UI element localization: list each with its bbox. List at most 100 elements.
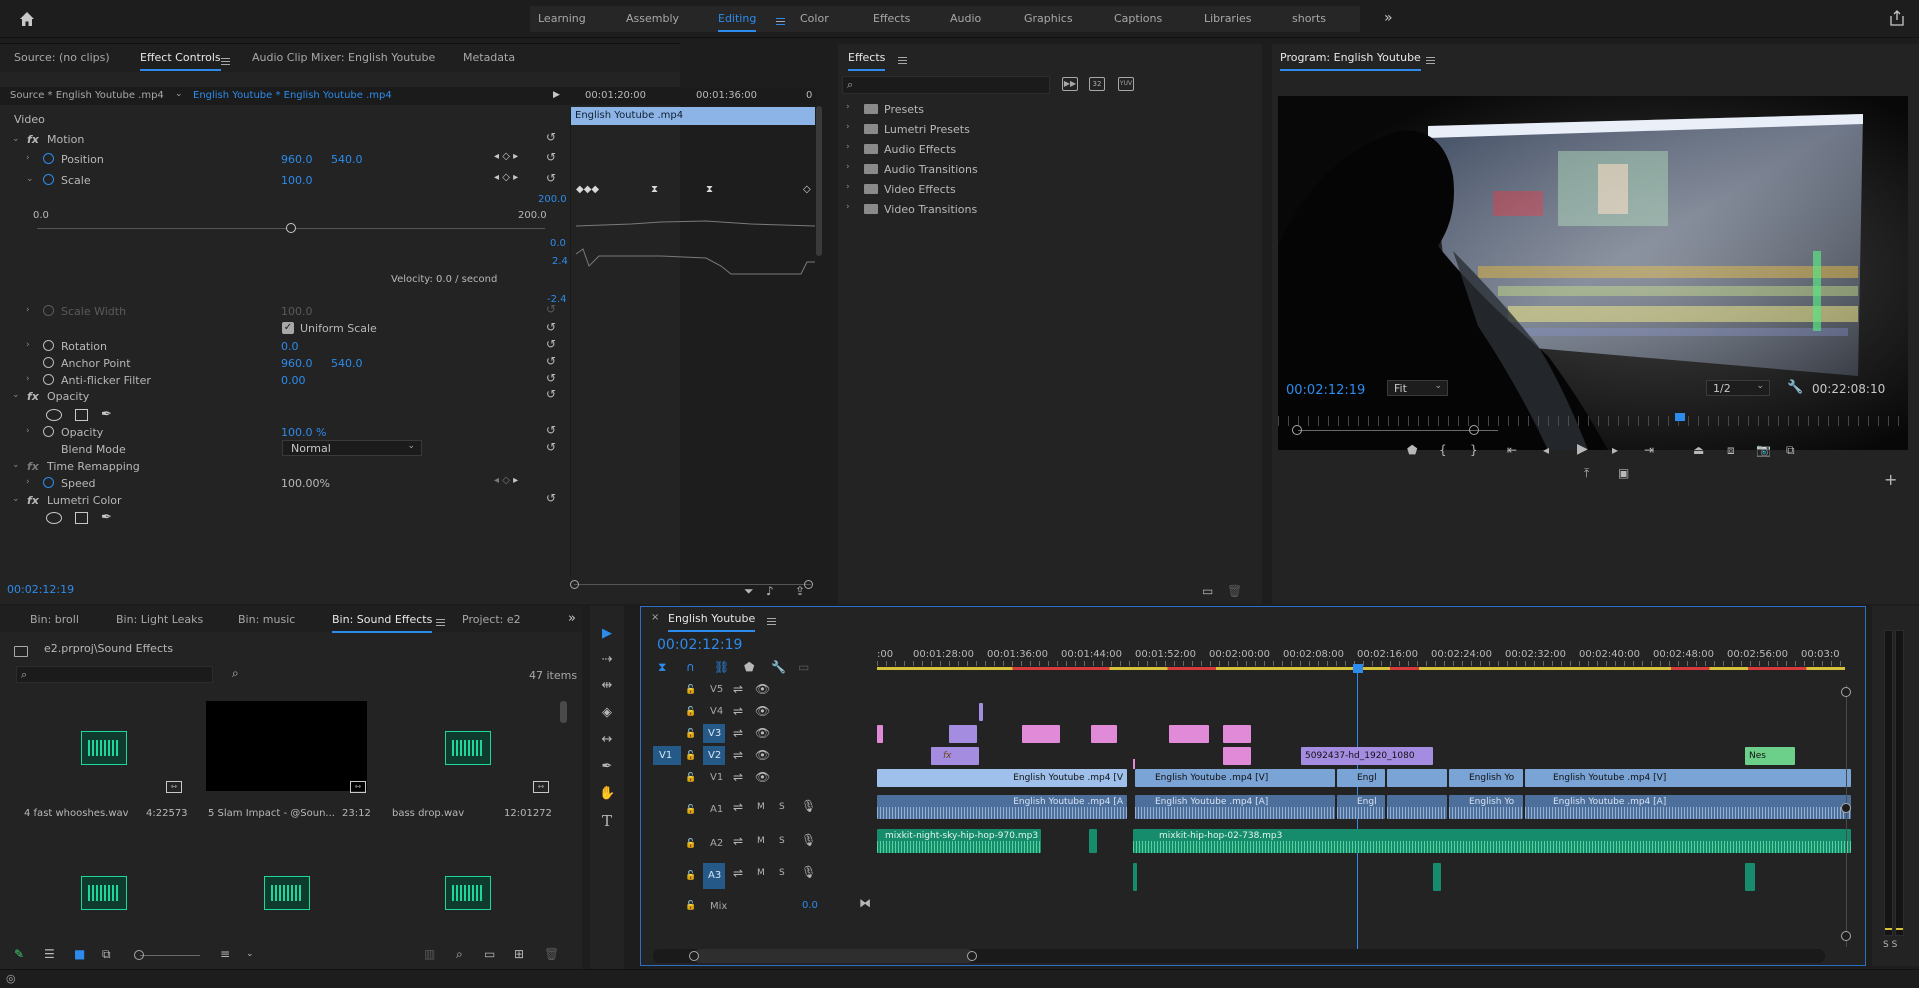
position-expand-icon[interactable]: ›	[26, 153, 30, 163]
mute-button[interactable]: M	[757, 834, 765, 848]
clip-v4[interactable]	[979, 703, 983, 721]
vertical-zoom-handle-bot[interactable]	[1841, 931, 1851, 941]
sync-lock-icon[interactable]: ⇌	[733, 682, 743, 696]
clip-a3[interactable]	[1133, 863, 1137, 891]
clip-v2[interactable]: fx	[931, 747, 979, 765]
timeline-scroll-thumb[interactable]	[693, 949, 974, 963]
opacity-section-reset-icon[interactable]: ↺	[546, 387, 556, 401]
clip-a1[interactable]: English Youtube .mp4 [A	[877, 795, 1127, 819]
blend-mode-reset-icon[interactable]: ↺	[546, 440, 556, 454]
add-marker-icon[interactable]: ⬟	[1407, 443, 1417, 457]
source-clip-label[interactable]: Source * English Youtube .mp4	[10, 90, 164, 101]
program-zoom-left-handle[interactable]	[1292, 425, 1302, 435]
tab-source[interactable]: Source: (no clips)	[14, 45, 110, 71]
find-icon[interactable]: ⌕	[232, 666, 239, 680]
clear-icon[interactable]: 🗑	[544, 947, 559, 961]
track-name[interactable]: V4	[710, 706, 723, 717]
new-bin-footer-icon[interactable]: ▭	[484, 947, 495, 961]
solo-button[interactable]: S	[779, 800, 785, 814]
timeline-scroll-bar[interactable]	[653, 949, 1825, 963]
clip-v2[interactable]: 5092437-hd_1920_1080	[1301, 747, 1433, 765]
yuv-effects-icon[interactable]: YUV	[1118, 77, 1134, 91]
32bit-effects-icon[interactable]: 32	[1089, 77, 1105, 91]
clip-v3[interactable]	[949, 725, 977, 743]
bin-overflow-icon[interactable]: »	[568, 611, 576, 626]
lift-icon[interactable]: ⏏	[1693, 443, 1704, 457]
bin-scrollbar[interactable]	[560, 701, 567, 723]
track-lock-icon[interactable]: 🔓	[685, 899, 696, 913]
opacity-collapse-icon[interactable]: ⌄	[12, 390, 20, 400]
clip-v1[interactable]: English Youtube .mp4 [V	[877, 769, 1127, 787]
thumbnail-size-handle[interactable]	[134, 950, 144, 960]
tab-metadata[interactable]: Metadata	[463, 45, 515, 71]
track-lock-icon[interactable]: 🔓	[685, 771, 696, 785]
snap-icon[interactable]: ∩	[686, 660, 695, 674]
lumetri-collapse-icon[interactable]: ⌄	[12, 494, 20, 504]
sync-lock-icon[interactable]: ⇌	[733, 770, 743, 784]
track-lock-icon[interactable]: 🔓	[685, 869, 696, 883]
track-lock-icon[interactable]: 🔓	[685, 749, 696, 763]
sequence-tab[interactable]: English Youtube	[668, 606, 756, 632]
track-lock-icon[interactable]: 🔓	[685, 803, 696, 817]
tab-project-e2[interactable]: Project: e2	[462, 607, 521, 633]
mix-go-to-icon[interactable]: ⧓	[859, 896, 871, 910]
workspace-overflow-icon[interactable]: »	[1384, 10, 1393, 26]
tab-bin-broll[interactable]: Bin: broll	[30, 607, 79, 633]
folder-video-transitions[interactable]: › Video Transitions	[838, 199, 1258, 219]
go-to-out-icon[interactable]: ⇥	[1644, 443, 1654, 457]
tab-bin-sound-effects[interactable]: Bin: Sound Effects	[332, 607, 433, 633]
position-stopwatch-icon[interactable]	[43, 153, 54, 164]
rotation-reset-icon[interactable]: ↺	[546, 337, 556, 351]
play-icon[interactable]: ▶	[1577, 442, 1588, 456]
go-to-in-icon[interactable]: ⇤	[1507, 443, 1517, 457]
antiflicker-reset-icon[interactable]: ↺	[546, 371, 556, 385]
program-title[interactable]: Program: English Youtube	[1280, 45, 1421, 71]
workspace-graphics[interactable]: Graphics	[1024, 6, 1073, 32]
ripple-edit-tool-icon[interactable]: ⇹	[599, 678, 615, 694]
button-editor-icon[interactable]: +	[1884, 472, 1897, 488]
resolution-select[interactable]: 1/2 ⌄	[1706, 380, 1770, 396]
freeform-view-icon[interactable]: ⧉	[102, 947, 111, 961]
track-name[interactable]: A3	[708, 870, 721, 881]
play-audio-icon[interactable]: ♪	[766, 584, 774, 598]
bin-item-thumb[interactable]	[200, 834, 376, 928]
anchor-stopwatch-icon[interactable]	[43, 357, 54, 368]
export-frame-icon[interactable]: 📷	[1756, 443, 1771, 457]
track-visibility-icon[interactable]: 👁	[755, 682, 770, 696]
position-x-value[interactable]: 960.0	[281, 153, 313, 166]
bin-item-name[interactable]: 4 fast whooshes.wav	[24, 808, 134, 819]
track-name[interactable]: V2	[708, 750, 721, 761]
rectangle-mask-icon[interactable]	[75, 409, 88, 421]
linked-selection-icon[interactable]: ⛓	[714, 660, 729, 674]
clip-v1[interactable]: English Youtube .mp4 [V]	[1525, 769, 1851, 787]
workspace-color[interactable]: Color	[800, 6, 829, 32]
lumetri-fx-icon[interactable]: fx	[27, 494, 39, 507]
position-reset-icon[interactable]: ↺	[546, 150, 556, 164]
sequence-menu-icon[interactable]	[761, 614, 776, 627]
sync-lock-icon[interactable]: ⇌	[733, 800, 743, 814]
effects-title[interactable]: Effects	[848, 45, 886, 71]
timeline-marker-icon[interactable]: ⬟	[744, 660, 754, 674]
extract-icon[interactable]: ⧈	[1727, 443, 1735, 457]
mix-value[interactable]: 0.0	[802, 900, 818, 911]
workspace-captions[interactable]: Captions	[1114, 6, 1162, 32]
voiceover-mic-icon[interactable]: 🎙	[801, 833, 816, 847]
tab-bin-light-leaks[interactable]: Bin: Light Leaks	[116, 607, 203, 633]
captions-icon[interactable]: ▭	[798, 660, 809, 674]
antiflicker-stopwatch-icon[interactable]	[43, 374, 54, 385]
selection-tool-icon[interactable]: ▶	[599, 626, 615, 642]
home-icon[interactable]	[19, 11, 35, 27]
solo-button[interactable]: S	[779, 866, 785, 880]
speed-stopwatch-icon[interactable]	[43, 477, 54, 488]
tab-bin-music[interactable]: Bin: music	[238, 607, 295, 633]
mute-button[interactable]: M	[757, 866, 765, 880]
effects-menu-icon[interactable]	[892, 53, 907, 66]
solo-button[interactable]: S	[779, 834, 785, 848]
timeline-scroll-left-handle[interactable]	[689, 951, 699, 961]
program-ruler[interactable]	[1278, 416, 1908, 426]
icon-view-icon[interactable]: ■	[74, 947, 85, 961]
sync-lock-icon[interactable]: ⇌	[733, 748, 743, 762]
pen-tool-icon[interactable]: ✒	[599, 759, 615, 775]
playhead-icon[interactable]	[1353, 664, 1363, 673]
fit-select[interactable]: Fit ⌄	[1387, 380, 1448, 396]
